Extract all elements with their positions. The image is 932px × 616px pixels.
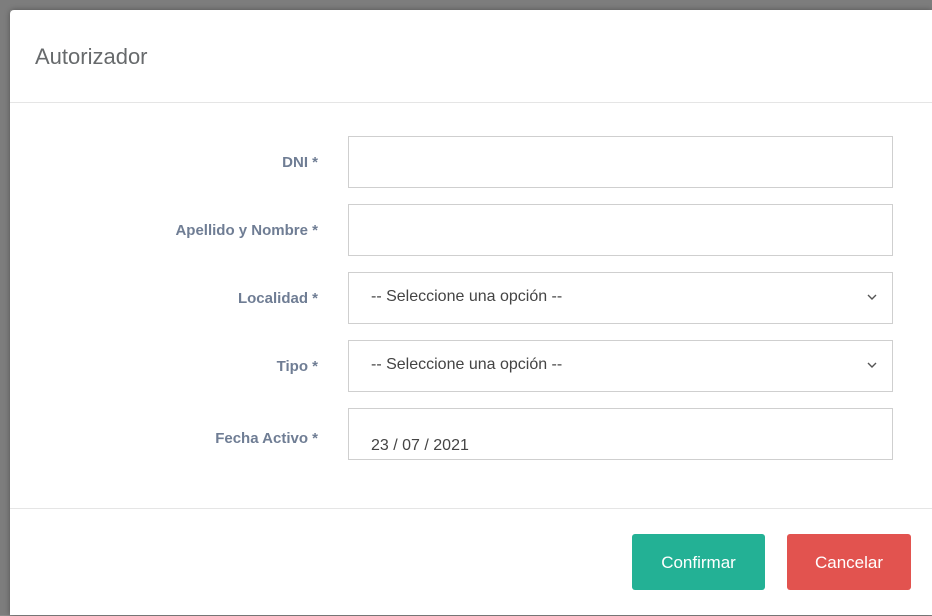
modal-body: DNI * Apellido y Nombre * Localidad * --… — [10, 103, 932, 508]
localidad-label: Localidad * — [237, 290, 318, 307]
modal-title: Autorizador — [35, 44, 148, 69]
cancel-button[interactable]: Cancelar — [787, 534, 911, 590]
tipo-selected-value: -- Seleccione una opción -- — [371, 356, 563, 373]
backdrop-top-edge — [0, 0, 932, 10]
form-row-apellido-nombre: Apellido y Nombre * — [10, 204, 932, 258]
dni-input[interactable] — [348, 136, 893, 188]
apellido-nombre-input[interactable] — [348, 204, 893, 256]
dni-label: DNI * — [282, 154, 318, 171]
chevron-down-icon — [867, 294, 877, 300]
form-row-tipo: Tipo * -- Seleccione una opción -- — [10, 340, 932, 394]
form-row-fecha-activo: Fecha Activo * 23 / 07 / 2021 — [10, 408, 932, 462]
tipo-label: Tipo * — [276, 358, 318, 375]
apellido-nombre-label: Apellido y Nombre * — [175, 222, 318, 239]
localidad-selected-value: -- Seleccione una opción -- — [371, 288, 563, 305]
modal-footer: Confirmar Cancelar — [10, 508, 932, 616]
form-row-localidad: Localidad * -- Seleccione una opción -- — [10, 272, 932, 326]
confirm-button[interactable]: Confirmar — [632, 534, 765, 590]
backdrop-left-edge — [0, 0, 10, 615]
localidad-select[interactable]: -- Seleccione una opción -- — [348, 272, 893, 324]
fecha-activo-label: Fecha Activo * — [215, 430, 318, 447]
form-row-dni: DNI * — [10, 136, 932, 190]
fecha-activo-value: 23 / 07 / 2021 — [371, 437, 469, 454]
chevron-down-icon — [867, 362, 877, 368]
autorizador-modal: Autorizador DNI * Apellido y Nombre * Lo… — [10, 10, 932, 615]
fecha-activo-input[interactable]: 23 / 07 / 2021 — [348, 408, 893, 460]
tipo-select[interactable]: -- Seleccione una opción -- — [348, 340, 893, 392]
modal-header: Autorizador — [10, 10, 932, 103]
